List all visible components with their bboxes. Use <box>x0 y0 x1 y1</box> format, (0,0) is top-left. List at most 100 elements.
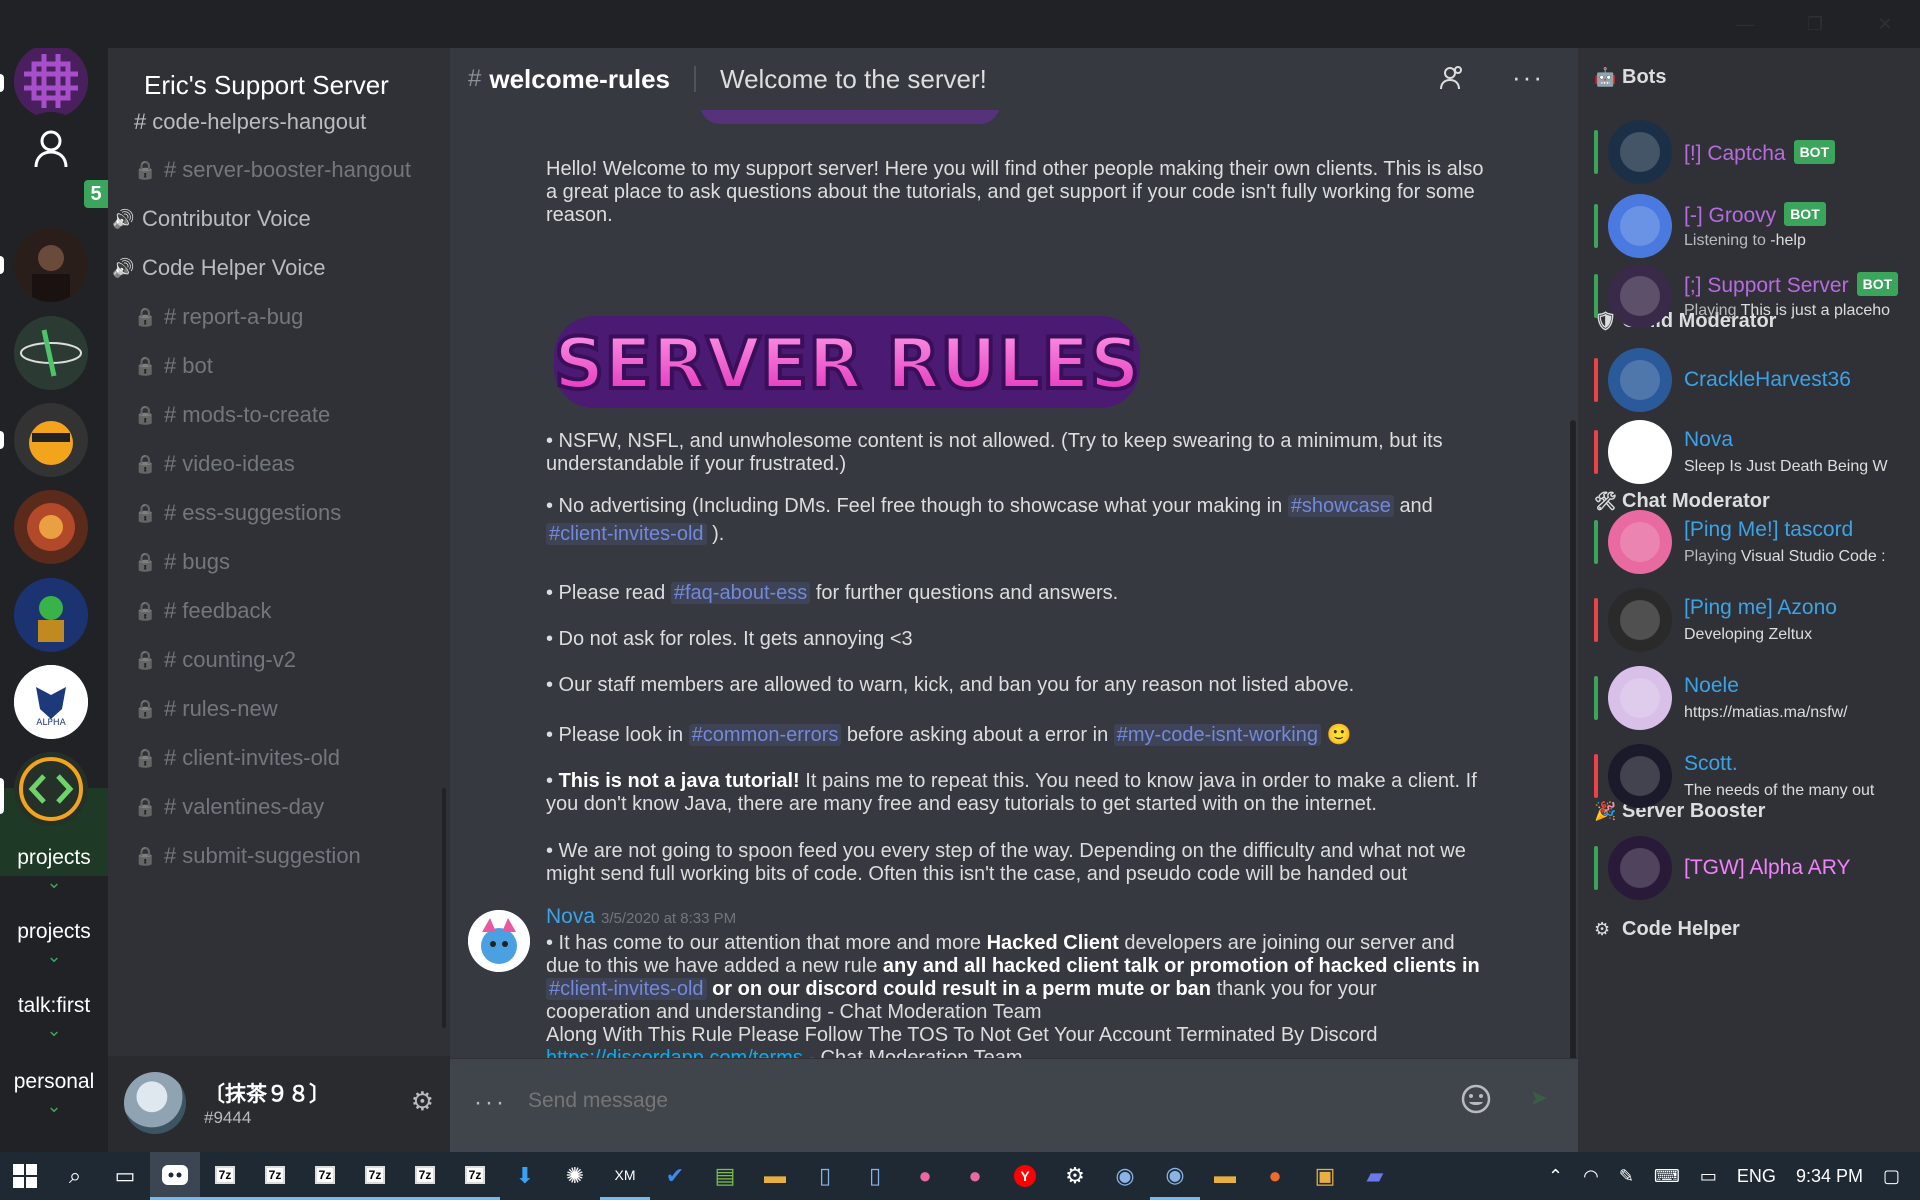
send-icon[interactable]: ➤ <box>1530 1085 1548 1111</box>
channel-code-helpers-hangout[interactable]: # code-helpers-hangout <box>134 104 366 140</box>
avatar[interactable] <box>1608 836 1672 900</box>
folder-talk-first[interactable]: talk:first ⌄ <box>0 994 108 1041</box>
server-icon-cool-face[interactable] <box>14 403 88 477</box>
member-item[interactable]: Noele https://matias.ma/nsfw/ <box>1594 660 1904 736</box>
channel-mention-client-invites-old[interactable]: #client-invites-old <box>546 523 707 545</box>
emoji-icon[interactable] <box>1460 1083 1492 1115</box>
channel-scrollbar[interactable] <box>442 788 446 1028</box>
server-icon-learning[interactable] <box>14 316 88 390</box>
7zip-icon[interactable]: 7z <box>400 1152 450 1200</box>
channel-mods-to-create[interactable]: 🔒 # mods-to-create <box>134 397 330 433</box>
member-item[interactable]: [!] Captcha BOT <box>1594 114 1904 190</box>
avatar[interactable] <box>1608 420 1672 484</box>
channel-code-helper-voice[interactable]: 🔊 Code Helper Voice <box>112 250 325 286</box>
channel-rules-new[interactable]: 🔒 # rules-new <box>134 691 278 727</box>
members-toggle-icon[interactable] <box>1438 64 1466 92</box>
channel-submit-suggestion[interactable]: 🔒 # submit-suggestion <box>134 838 361 874</box>
avatar[interactable] <box>468 910 530 972</box>
task-view-icon[interactable]: ▭ <box>100 1152 150 1200</box>
notepad-icon[interactable]: ▤ <box>700 1152 750 1200</box>
member-item[interactable]: [Ping me] Azono Developing Zeltux <box>1594 582 1904 658</box>
language-indicator[interactable]: ENG <box>1737 1166 1776 1187</box>
channel-mention-showcase[interactable]: #showcase <box>1287 495 1394 517</box>
server-icon-robot[interactable] <box>14 578 88 652</box>
server-icon-dark-portrait[interactable] <box>14 228 88 302</box>
search-icon[interactable]: ⌕ <box>50 1152 100 1200</box>
chat-scrollbar[interactable] <box>1570 420 1576 1080</box>
channel-mention-common-errors[interactable]: #common-errors <box>688 724 842 746</box>
more-options-icon[interactable]: ··· <box>1512 62 1544 93</box>
message-input[interactable] <box>528 1089 1408 1113</box>
keyboard-icon[interactable]: ⌨ <box>1654 1166 1680 1187</box>
notes-icon[interactable]: ▯ <box>800 1152 850 1200</box>
7zip-icon[interactable]: 7z <box>450 1152 500 1200</box>
store-icon[interactable]: ▣ <box>1300 1152 1350 1200</box>
server-icon-alphacord[interactable]: ALPHA <box>14 665 88 739</box>
channel-ess-suggestions[interactable]: 🔒 # ess-suggestions <box>134 495 341 531</box>
channel-feedback[interactable]: 🔒 # feedback <box>134 593 272 629</box>
7zip-icon[interactable]: 7z <box>350 1152 400 1200</box>
member-item[interactable]: Nova Sleep Is Just Death Being W <box>1594 414 1904 490</box>
7zip-icon[interactable]: 7z <box>200 1152 250 1200</box>
channel-bot[interactable]: 🔒 # bot <box>134 348 213 384</box>
server-icon-purple-knot[interactable] <box>14 48 88 118</box>
todo-icon[interactable]: ✔ <box>650 1152 700 1200</box>
steam-icon[interactable]: ◉ <box>1150 1152 1200 1200</box>
channel-counting-v2[interactable]: 🔒 # counting-v2 <box>134 642 296 678</box>
avatar[interactable] <box>1608 120 1672 184</box>
server-icon-minehq[interactable] <box>14 490 88 564</box>
more-actions-icon[interactable]: ··· <box>474 1089 507 1117</box>
avatar[interactable] <box>1608 194 1672 258</box>
discord-icon[interactable] <box>150 1152 200 1200</box>
download-icon[interactable]: ⬇ <box>500 1152 550 1200</box>
channel-valentines-day[interactable]: 🔒 # valentines-day <box>134 789 324 825</box>
channel-server-booster-hangout[interactable]: 🔒 # server-booster-hangout <box>134 152 411 188</box>
minimize-button[interactable]: — <box>1710 0 1780 48</box>
server-name[interactable]: Eric's Support Server <box>144 70 389 101</box>
package-icon[interactable]: ▬ <box>750 1152 800 1200</box>
xm-icon[interactable]: XM <box>600 1152 650 1200</box>
member-item[interactable]: [;] Support Server BOT Playing This is jus… <box>1594 258 1904 334</box>
chevron-up-icon[interactable]: ⌃ <box>1548 1166 1563 1187</box>
folder-projects-2[interactable]: projects ⌄ <box>0 920 108 967</box>
server-icon-code[interactable] <box>14 752 88 826</box>
paint-icon[interactable]: ● <box>900 1152 950 1200</box>
avatar[interactable] <box>1608 588 1672 652</box>
notification-icon[interactable]: ▢ <box>1883 1166 1900 1187</box>
folder-projects-1[interactable]: projects ⌄ <box>0 846 108 893</box>
gear-icon[interactable]: ⚙ <box>411 1086 434 1117</box>
channel-contributor-voice[interactable]: 🔊 Contributor Voice <box>112 201 311 237</box>
package-icon[interactable]: ▬ <box>1200 1152 1250 1200</box>
channel-client-invites-old[interactable]: 🔒 # client-invites-old <box>134 740 340 776</box>
clock[interactable]: 9:34 PM <box>1796 1166 1863 1187</box>
firefox-icon[interactable]: ● <box>1250 1152 1300 1200</box>
avatar[interactable] <box>1608 744 1672 808</box>
channel-video-ideas[interactable]: 🔒 # video-ideas <box>134 446 295 482</box>
avatar[interactable] <box>1608 666 1672 730</box>
pen-icon[interactable]: ✎ <box>1619 1166 1634 1187</box>
member-item[interactable]: [-] Groovy BOT Listening to -help <box>1594 188 1904 264</box>
message-author[interactable]: Nova 3/5/2020 at 8:33 PM <box>546 905 736 929</box>
notes-icon[interactable]: ▯ <box>850 1152 900 1200</box>
teams-icon[interactable]: ▰ <box>1350 1152 1400 1200</box>
channel-bugs[interactable]: 🔒 # bugs <box>134 544 230 580</box>
channel-report-a-bug[interactable]: 🔒 # report-a-bug <box>134 299 303 335</box>
channel-mention-my-code[interactable]: #my-code-isnt-working <box>1113 724 1321 746</box>
member-item[interactable]: [Ping Me!] tascord Playing Visual Studio … <box>1594 504 1904 580</box>
windows-icon[interactable] <box>0 1152 50 1200</box>
avatar[interactable] <box>124 1072 186 1134</box>
avatar[interactable] <box>1608 348 1672 412</box>
channel-mention-client-invites-old[interactable]: #client-invites-old <box>546 978 707 1000</box>
wifi-icon[interactable]: ◠ <box>1583 1166 1599 1187</box>
steam-icon[interactable]: ◉ <box>1100 1152 1150 1200</box>
folder-personal[interactable]: personal ⌄ <box>0 1070 108 1117</box>
friends-icon[interactable] <box>14 112 88 186</box>
member-item[interactable]: CrackleHarvest36 <box>1594 342 1904 418</box>
display-icon[interactable]: ▭ <box>1700 1166 1717 1187</box>
settings-app-icon[interactable]: ✺ <box>550 1152 600 1200</box>
avatar[interactable] <box>1608 264 1672 328</box>
maximize-button[interactable]: ❐ <box>1780 0 1850 48</box>
yandex-icon[interactable]: Y <box>1000 1152 1050 1200</box>
7zip-icon[interactable]: 7z <box>300 1152 350 1200</box>
gear-icon[interactable]: ⚙ <box>1050 1152 1100 1200</box>
